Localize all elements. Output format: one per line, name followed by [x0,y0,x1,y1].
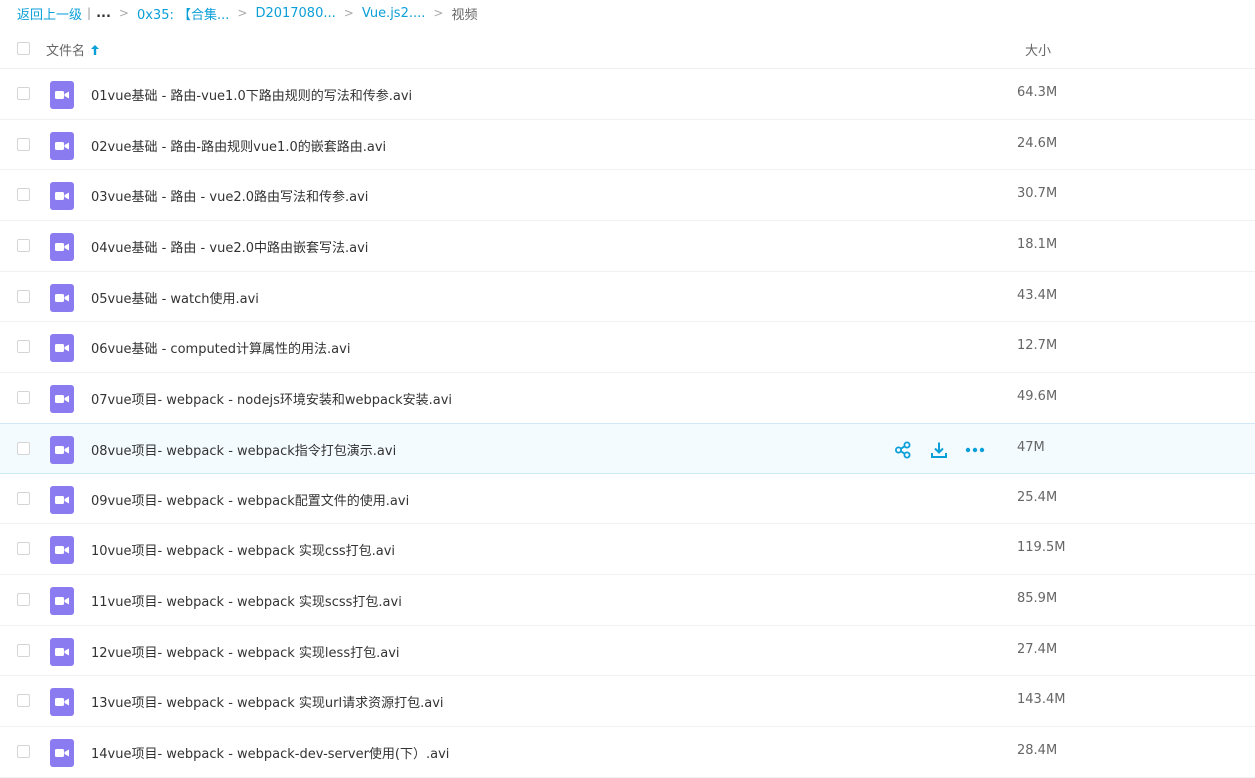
row-actions [893,440,985,460]
file-size: 27.4M [1017,641,1058,657]
file-row[interactable]: 12vue项目- webpack - webpack 实现less打包.avi 2… [0,626,1255,677]
breadcrumb-item[interactable]: 0x35: 【合集... [137,4,229,23]
file-name[interactable]: 04vue基础 - 路由 - vue2.0中路由嵌套写法.avi [91,237,368,256]
name-column-header[interactable]: 文件名 [46,40,100,59]
row-checkbox[interactable] [17,592,30,606]
chevron-right-icon: > [237,6,248,20]
file-name[interactable]: 11vue项目- webpack - webpack 实现scss打包.avi [91,591,402,610]
file-name[interactable]: 08vue项目- webpack - webpack指令打包演示.avi [91,440,396,459]
file-size: 49.6M [1017,389,1058,405]
file-row[interactable]: 03vue基础 - 路由 - vue2.0路由写法和传参.avi 30.7M [0,170,1255,222]
file-size: 43.4M [1017,287,1058,303]
back-link[interactable]: 返回上一级 [17,4,82,23]
file-size: 12.7M [1017,338,1058,354]
file-list-header: 文件名 大小 [0,27,1255,69]
video-file-icon [50,435,74,464]
chevron-right-icon: > [343,6,354,20]
video-file-icon [50,586,74,615]
row-checkbox[interactable] [17,188,30,202]
file-name[interactable]: 05vue基础 - watch使用.avi [91,288,259,307]
file-size: 30.7M [1017,186,1058,202]
row-checkbox[interactable] [17,491,30,505]
video-file-icon [50,334,74,363]
file-size: 85.9M [1017,590,1058,606]
file-row[interactable]: 04vue基础 - 路由 - vue2.0中路由嵌套写法.avi 18.1M [0,221,1255,272]
row-checkbox[interactable] [17,289,30,303]
file-name[interactable]: 02vue基础 - 路由-路由规则vue1.0的嵌套路由.avi [91,136,386,155]
video-file-icon [50,385,74,414]
video-file-icon [50,688,74,717]
file-row[interactable]: 10vue项目- webpack - webpack 实现css打包.avi 11… [0,524,1255,575]
file-size: 24.6M [1017,135,1058,151]
file-row[interactable]: 08vue项目- webpack - webpack指令打包演示.avi 47M [0,422,1255,474]
row-checkbox[interactable] [17,744,30,758]
file-size: 25.4M [1017,489,1058,505]
file-row[interactable]: 14vue项目- webpack - webpack-dev-server使用(… [0,727,1255,778]
file-row[interactable]: 06vue基础 - computed计算属性的用法.avi 12.7M [0,322,1255,374]
video-file-icon [50,182,74,211]
video-file-icon [50,536,74,565]
file-size: 143.4M [1017,692,1066,708]
file-row[interactable]: 01vue基础 - 路由-vue1.0下路由规则的写法和传参.avi 64.3M [0,69,1255,120]
row-checkbox[interactable] [17,643,30,657]
chevron-right-icon: > [433,6,444,20]
file-name[interactable]: 03vue基础 - 路由 - vue2.0路由写法和传参.avi [91,186,368,205]
file-name[interactable]: 01vue基础 - 路由-vue1.0下路由规则的写法和传参.avi [91,85,412,104]
row-checkbox[interactable] [17,441,30,455]
breadcrumb-ellipsis[interactable]: ... [96,6,111,21]
video-file-icon [50,637,74,666]
breadcrumb-current: 视频 [451,7,478,23]
file-size: 64.3M [1017,85,1058,100]
video-file-icon [50,283,74,312]
select-all-checkbox[interactable] [17,42,30,55]
row-checkbox[interactable] [17,340,30,354]
row-checkbox[interactable] [17,137,30,151]
row-checkbox[interactable] [17,391,30,405]
file-size: 47M [1017,439,1045,455]
file-name[interactable]: 10vue项目- webpack - webpack 实现css打包.avi [91,540,395,559]
video-file-icon [50,233,74,262]
share-icon[interactable] [893,440,913,460]
file-name[interactable]: 14vue项目- webpack - webpack-dev-server使用(… [91,743,449,762]
video-file-icon [50,131,74,160]
name-column-label: 文件名 [46,44,86,59]
breadcrumb: 返回上一级 | ... > 0x35: 【合集... > D2017080...… [17,4,478,23]
file-row[interactable]: 11vue项目- webpack - webpack 实现scss打包.avi 8… [0,575,1255,626]
file-row[interactable]: 13vue项目- webpack - webpack 实现url请求资源打包.a… [0,676,1255,727]
file-size: 28.4M [1017,742,1058,758]
file-name[interactable]: 06vue基础 - computed计算属性的用法.avi [91,338,350,357]
file-row[interactable]: 09vue项目- webpack - webpack配置文件的使用.avi 25.… [0,474,1255,525]
video-file-icon [50,738,74,767]
file-name[interactable]: 13vue项目- webpack - webpack 实现url请求资源打包.a… [91,692,444,711]
row-checkbox[interactable] [17,694,30,708]
sort-ascending-icon [91,44,100,55]
size-column-header[interactable]: 大小 [1025,40,1051,59]
more-icon[interactable] [965,440,985,460]
row-checkbox[interactable] [17,239,30,253]
file-name[interactable]: 12vue项目- webpack - webpack 实现less打包.avi [91,642,400,661]
file-row[interactable]: 07vue项目- webpack - nodejs环境安装和webpack安装.… [0,373,1255,424]
breadcrumb-item[interactable]: Vue.js2.... [362,6,426,21]
file-name[interactable]: 09vue项目- webpack - webpack配置文件的使用.avi [91,490,409,509]
file-row[interactable]: 02vue基础 - 路由-路由规则vue1.0的嵌套路由.avi 24.6M [0,120,1255,171]
chevron-right-icon: > [118,6,129,20]
file-row[interactable]: 05vue基础 - watch使用.avi 43.4M [0,272,1255,323]
breadcrumb-item[interactable]: D2017080... [255,6,335,21]
file-list: 01vue基础 - 路由-vue1.0下路由规则的写法和传参.avi 64.3M 0… [0,69,1255,778]
file-name[interactable]: 07vue项目- webpack - nodejs环境安装和webpack安装.… [91,389,452,408]
row-checkbox[interactable] [17,542,30,556]
video-file-icon [50,81,74,109]
breadcrumb-divider: | [87,6,92,20]
file-size: 119.5M [1017,540,1066,556]
file-size: 18.1M [1017,237,1058,253]
video-file-icon [50,485,74,514]
download-icon[interactable] [929,440,949,460]
row-checkbox[interactable] [17,87,30,100]
